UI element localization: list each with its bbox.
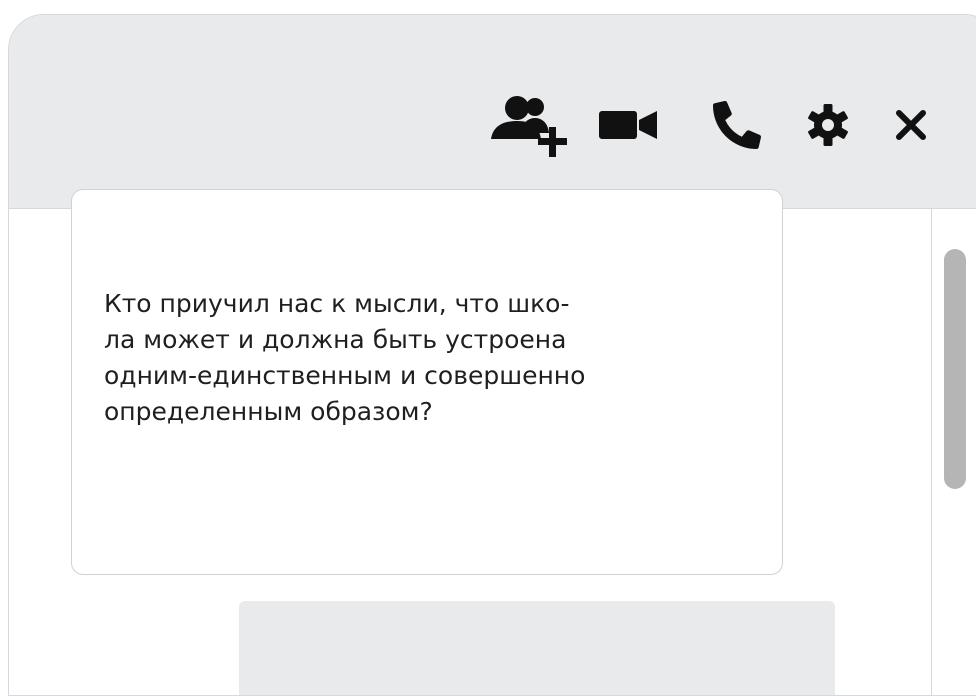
reply-bubble: [239, 601, 835, 695]
scrollbar-track[interactable]: [931, 209, 976, 695]
add-participant-button[interactable]: [485, 96, 571, 157]
video-call-button[interactable]: [599, 97, 657, 153]
settings-button[interactable]: [807, 97, 849, 153]
video-camera-icon: [599, 111, 657, 139]
chat-window: Кто приучил нас к мысли, что шко- ла мож…: [8, 14, 976, 696]
close-button[interactable]: [893, 97, 929, 153]
add-user-icon: [491, 96, 567, 157]
close-icon: [896, 110, 926, 140]
messages-area: Кто приучил нас к мысли, что шко- ла мож…: [9, 189, 931, 695]
voice-call-button[interactable]: [711, 97, 763, 153]
gear-icon: [808, 104, 848, 146]
chat-header: [9, 15, 976, 209]
header-actions: [485, 96, 929, 157]
scrollbar-thumb[interactable]: [944, 249, 966, 489]
phone-icon: [713, 101, 761, 149]
message-bubble: Кто приучил нас к мысли, что шко- ла мож…: [71, 189, 783, 575]
message-text: Кто приучил нас к мысли, что шко- ла мож…: [104, 289, 586, 426]
